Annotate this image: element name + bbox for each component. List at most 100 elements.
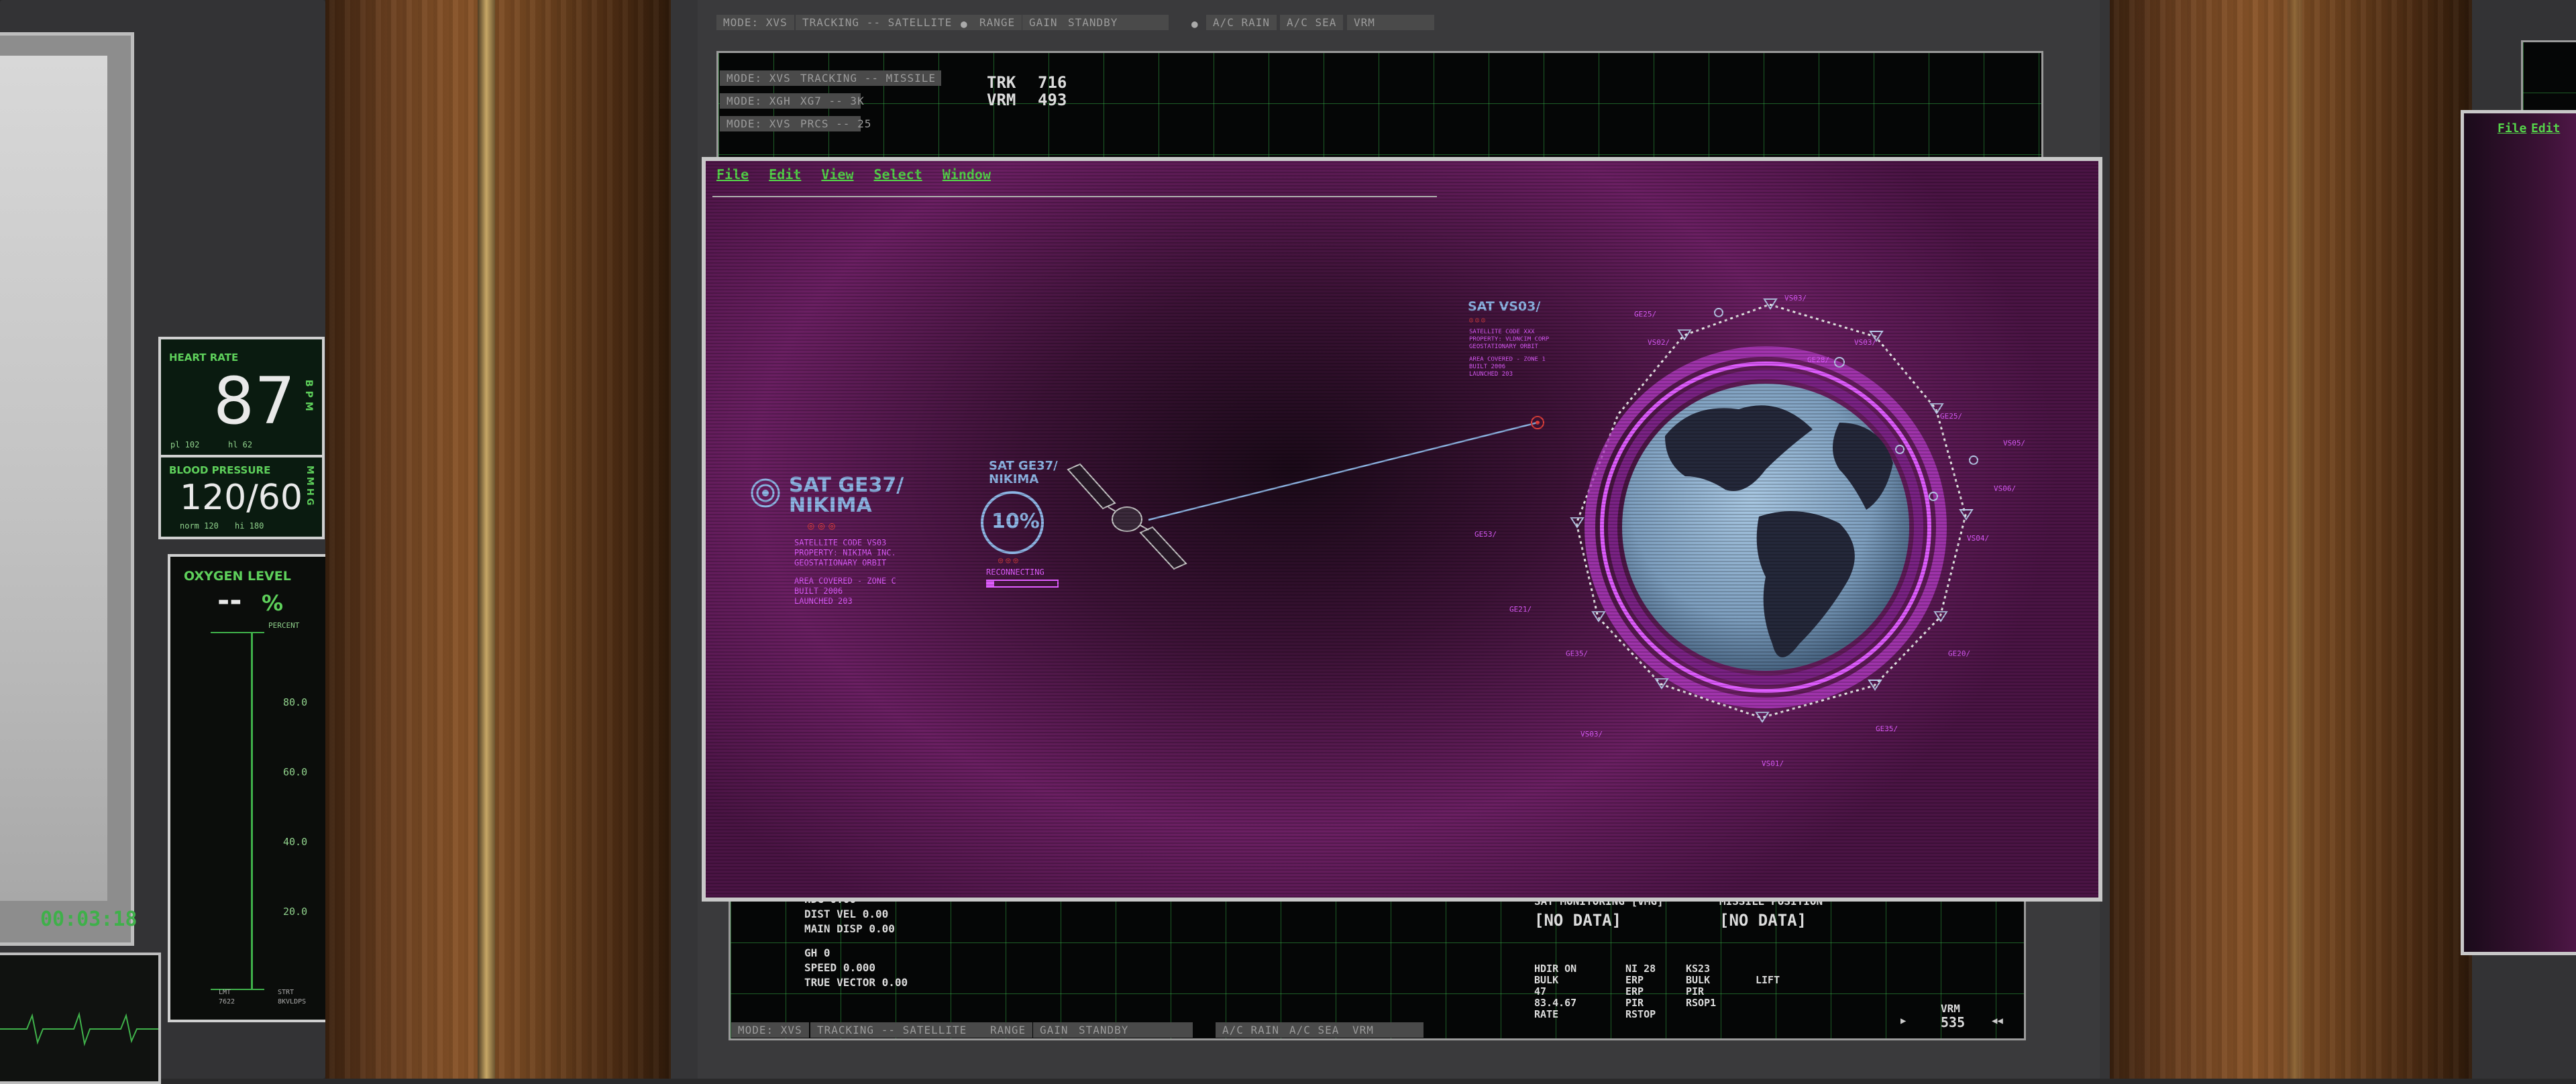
left-door-edge — [671, 0, 698, 1079]
orbit-node-label-12: VS01/ — [1762, 759, 1784, 768]
orbit-node-label-3: VS03/ — [1784, 294, 1807, 303]
top-tag-rain: A/C RAIN — [1206, 15, 1277, 30]
right-menu-edit[interactable]: Edit — [2531, 121, 2560, 136]
orbit-node-label-8: VS06/ — [1994, 484, 2017, 493]
nav-speed-label: SPEED — [804, 961, 837, 974]
top-tag-vrm: VRM — [1347, 15, 1434, 30]
orbit-node-label-14: GE21/ — [1509, 605, 1532, 614]
left-wood-panel — [325, 0, 674, 1079]
oxygen-label: OXYGEN LEVEL — [184, 569, 291, 584]
bp-label: BLOOD PRESSURE — [169, 464, 271, 476]
top-dot-1: ● — [961, 17, 967, 30]
oxygen-value: -- — [217, 584, 242, 618]
oxygen-tick-40: 40.0 — [283, 836, 308, 848]
oxygen-tick-20: 20.0 — [283, 906, 308, 918]
bottom-tag-mode: MODE: XVS — [731, 1022, 809, 1038]
oxygen-footer-left-1: LMT — [219, 989, 231, 996]
status-grid-c1-r5: RATE — [1534, 1008, 1559, 1020]
left-hinge — [478, 0, 495, 1079]
bottom-tag-standby: STANDBY — [1072, 1022, 1193, 1038]
nav-maindisp-value: 0.00 — [869, 922, 895, 935]
elapsed-time: 00:03:18 — [40, 908, 138, 931]
oxygen-panel: OXYGEN LEVEL -- % PERCENT 80.0 60.0 40.0… — [168, 554, 341, 1022]
status-grid-c4-lift: LIFT — [1756, 974, 1780, 986]
nav-distvel-label: DIST VEL — [804, 908, 857, 920]
trk-value: 716 — [1038, 73, 1067, 92]
status-grid-c3-r5: RSOP1 — [1686, 997, 1717, 1009]
top-status-bar: MODE: XVS TRACKING -- SATELLITE ● RANGE … — [716, 15, 1434, 34]
missile-position-value: [NO DATA] — [1719, 911, 1807, 930]
status-grid-c1-r1: HDIR ON — [1534, 963, 1577, 975]
trk-label: TRK — [987, 73, 1016, 92]
orbit-node-label-6: GE25/ — [1940, 412, 1963, 421]
satellite-tracking-window: File Edit View Select Window SAT GE37/ N… — [702, 157, 2102, 902]
nav-gh-label: GH — [804, 946, 818, 959]
oxygen-footer-right-1: STRT — [278, 989, 294, 996]
status-grid-c1-r2: BULK — [1534, 974, 1559, 986]
right-purple-window: File Edit — [2461, 110, 2576, 955]
right-menu-file[interactable]: File — [2498, 121, 2526, 136]
nav-speed-value: 0.000 — [843, 961, 875, 974]
vrm-value: 493 — [1038, 91, 1067, 109]
orbit-node-label-16: GE35/ — [1566, 649, 1589, 658]
bottom-tag-gain: GAIN — [1033, 1022, 1075, 1038]
mode-rows: MODE: XVS TRACKING -- MISSILE MODE: XGH … — [720, 70, 961, 139]
status-grid-c3-r2: BULK — [1686, 974, 1711, 986]
heart-rate-unit: BPM — [303, 380, 314, 415]
status-grid-c3-r4: PIR — [1686, 985, 1705, 997]
orbit-node-label-11: GE35/ — [1876, 724, 1898, 733]
camera-feed — [0, 56, 107, 901]
bottom-tag-range: RANGE — [983, 1022, 1033, 1038]
status-grid-c2-r4: PIR — [1625, 997, 1644, 1009]
oxygen-gauge — [211, 632, 264, 990]
top-tag-mode: MODE: XVS — [716, 15, 794, 30]
mode-row-3-value: PRCS -- 25 — [794, 116, 871, 131]
oxygen-tick-80: 80.0 — [283, 696, 308, 708]
nav-truevector-label: TRUE VECTOR — [804, 976, 875, 989]
right-hinge — [2288, 0, 2302, 1079]
bottom-tag-rain: A/C RAIN — [1216, 1022, 1287, 1038]
heart-rate-panel: HEART RATE 87 BPM pl 102 hl 62 — [158, 337, 325, 463]
mode-row-1-mode: MODE: XVS — [720, 70, 798, 86]
top-radar-screen: MODE: XVS TRACKING -- MISSILE MODE: XGH … — [716, 51, 2043, 162]
top-tag-sea: A/C SEA — [1280, 15, 1344, 30]
nav-gh-value: 0 — [823, 946, 830, 959]
bottom-vrm-label: VRM — [1941, 1002, 1960, 1015]
left-camera-monitor: 00:03:18 — [0, 32, 138, 946]
orbit-node-label-15: GE53/ — [1474, 530, 1497, 539]
bottom-radar-screen: HDG 0.00 DIST VEL 0.00 MAIN DISP 0.00 GH… — [729, 892, 2026, 1040]
top-tag-range: RANGE — [973, 15, 1022, 30]
ecg-trace — [0, 1012, 158, 1046]
oxygen-unit: % — [262, 590, 284, 616]
bp-sub-right: hi 180 — [235, 521, 264, 531]
bottom-tag-sea: A/C SEA — [1283, 1022, 1346, 1038]
vrm-label: VRM — [987, 91, 1016, 109]
orbit-node-label-5: VS03/ — [1854, 338, 1877, 347]
mode-row-1-value: TRACKING -- MISSILE — [794, 70, 941, 86]
orbit-node-label-13: VS03/ — [1580, 730, 1603, 739]
bp-value: 120/60 — [180, 478, 303, 518]
mode-row-3-mode: MODE: XVS — [720, 116, 798, 131]
nav-distvel-value: 0.00 — [862, 908, 889, 920]
sat-monitoring-value: [NO DATA] — [1534, 911, 1622, 930]
status-grid-c3-r1: KS23 — [1686, 963, 1711, 975]
play-icon[interactable]: ▶ — [1900, 1016, 1906, 1026]
rewind-icon[interactable]: ◀◀ — [1992, 1016, 2003, 1026]
oxygen-scale-unit: PERCENT — [268, 621, 300, 630]
top-tag-standby: STANDBY — [1061, 15, 1169, 30]
orbit-node-label-1: GE25/ — [1634, 310, 1657, 319]
status-grid: HDIR ON BULK 47 83.4.67 RATE NI 28 ERP E… — [1534, 963, 1856, 1020]
orbit-node-label-9: VS04/ — [1967, 534, 1990, 543]
orbit-node-label-10: GE20/ — [1948, 649, 1971, 658]
bottom-status-bar: MODE: XVS TRACKING -- SATELLITE RANGE GA… — [731, 1022, 1424, 1040]
oxygen-footer-left-2: 7622 — [219, 998, 235, 1006]
orbit-node-label-2: VS02/ — [1648, 338, 1670, 347]
status-grid-c2-r5: RSTOP — [1625, 1008, 1656, 1020]
oxygen-footer-right-2: 8KVLDPS — [278, 998, 307, 1006]
heart-rate-label: HEART RATE — [169, 351, 239, 364]
status-grid-c1-r4: 83.4.67 — [1534, 997, 1577, 1009]
globe-orbit-diagram — [1570, 299, 1978, 723]
top-tag-gain: GAIN — [1022, 15, 1065, 30]
bottom-tag-tracking: TRACKING -- SATELLITE — [810, 1022, 991, 1038]
mode-row-2-value: XG7 -- 3K — [794, 93, 864, 109]
